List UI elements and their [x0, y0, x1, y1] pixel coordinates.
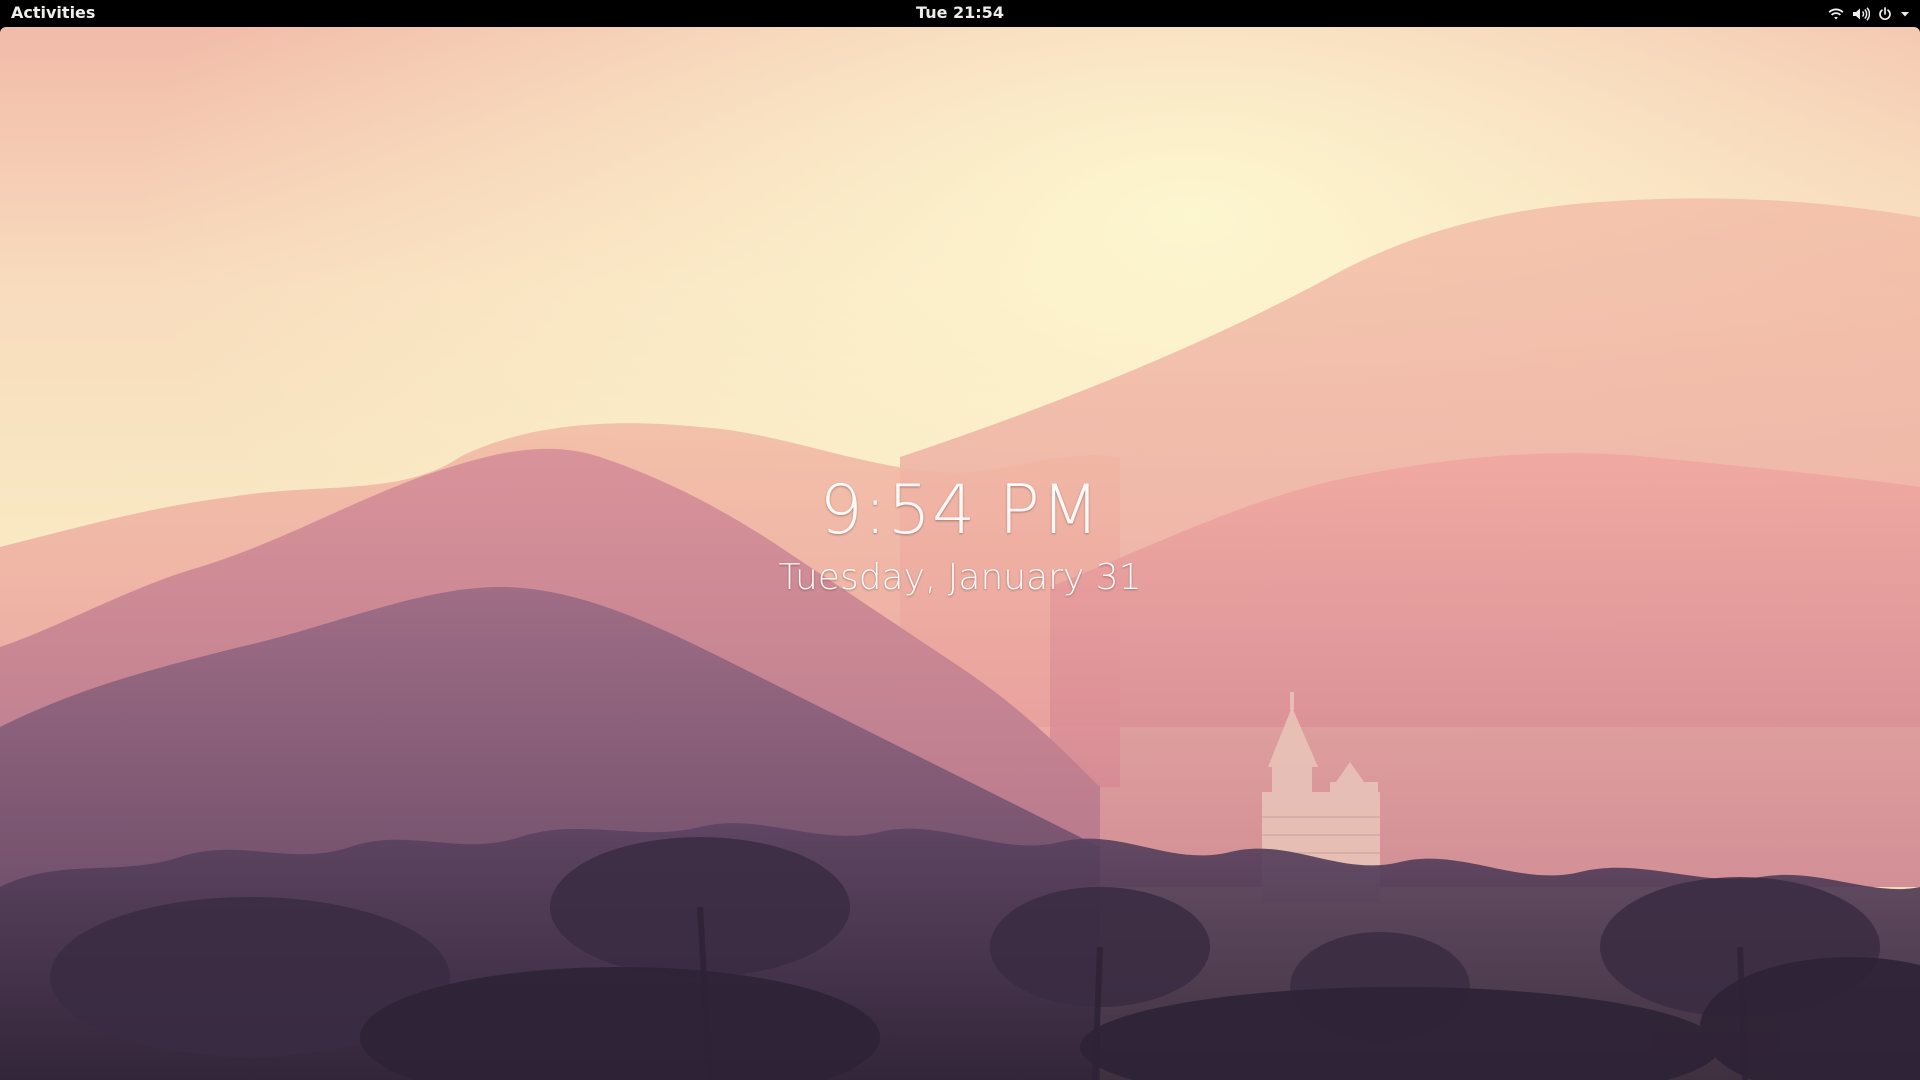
lock-screen-date: Tuesday, January 31 [778, 557, 1142, 598]
wifi-icon [1828, 7, 1844, 21]
top-bar-clock-container: Tue 21:54 [0, 0, 1920, 27]
volume-icon [1852, 6, 1870, 21]
top-bar-clock[interactable]: Tue 21:54 [916, 3, 1004, 22]
chevron-down-icon [1900, 9, 1910, 19]
system-status-menu[interactable] [1828, 0, 1910, 27]
activities-button[interactable]: Activities [11, 0, 95, 27]
lock-screen-time: 9:54 PM [819, 471, 1101, 550]
lock-screen[interactable]: 9:54 PM Tuesday, January 31 [0, 27, 1920, 1080]
power-icon [1878, 6, 1892, 21]
lock-screen-clock: 9:54 PM Tuesday, January 31 [0, 469, 1920, 603]
top-bar: Activities Tue 21:54 [0, 0, 1920, 27]
